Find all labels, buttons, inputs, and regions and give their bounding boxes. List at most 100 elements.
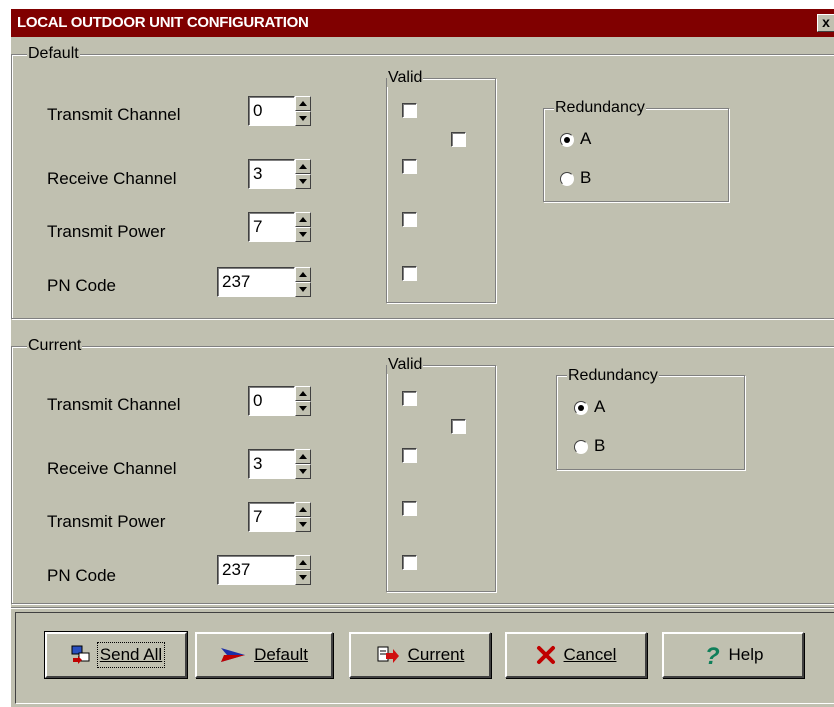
help-label: Help (728, 645, 764, 664)
up-arrow-icon (299, 391, 307, 396)
current-valid-checkbox-transmit-power[interactable] (402, 501, 417, 516)
current-redundancy-label-b[interactable]: B (594, 436, 605, 456)
default-button[interactable]: Default (195, 632, 333, 678)
title-bar[interactable]: LOCAL OUTDOOR UNIT CONFIGURATION x (11, 9, 834, 37)
spin-down-button[interactable] (295, 570, 311, 585)
default-transmit-channel-input[interactable]: 0 (248, 96, 295, 126)
up-arrow-icon (299, 217, 307, 222)
default-redundancy-label-b[interactable]: B (580, 168, 591, 188)
current-valid-checkbox-extra[interactable] (451, 419, 466, 434)
spin-down-button[interactable] (295, 227, 311, 242)
default-label: Default (254, 645, 308, 664)
current-redundancy-radio-b[interactable] (574, 440, 588, 454)
spin-down-button[interactable] (295, 174, 311, 189)
help-button[interactable]: ? Help (662, 632, 804, 678)
down-arrow-icon (299, 406, 307, 411)
send-all-icon (71, 645, 90, 664)
arrow-right-icon (221, 648, 246, 662)
cancel-button[interactable]: Cancel (505, 632, 647, 678)
spin-down-button[interactable] (295, 464, 311, 479)
default-pn-code-label: PN Code (47, 276, 116, 295)
up-arrow-icon (299, 164, 307, 169)
default-receive-channel-stepper[interactable] (295, 159, 311, 189)
default-redundancy-radio-b[interactable] (560, 172, 574, 186)
current-receive-channel-input[interactable]: 3 (248, 449, 295, 479)
current-receive-channel-spinner[interactable]: 3 (248, 449, 314, 479)
default-transmit-power-spinner[interactable]: 7 (248, 212, 314, 242)
up-arrow-icon (299, 507, 307, 512)
current-valid-legend: Valid (387, 356, 424, 374)
current-pn-code-stepper[interactable] (295, 555, 311, 585)
current-transmit-power-input[interactable]: 7 (248, 502, 295, 532)
spin-down-button[interactable] (295, 111, 311, 126)
current-pn-code-input[interactable]: 237 (217, 555, 295, 585)
spin-up-button[interactable] (295, 386, 311, 401)
current-valid-checkbox-receive-channel[interactable] (402, 448, 417, 463)
spin-up-button[interactable] (295, 212, 311, 227)
svg-text:?: ? (705, 643, 720, 667)
up-arrow-icon (299, 560, 307, 565)
default-redundancy-groupbox (543, 108, 729, 202)
current-pn-code-spinner[interactable]: 237 (217, 555, 315, 585)
current-button[interactable]: Current (349, 632, 491, 678)
default-pn-code-stepper[interactable] (295, 267, 311, 297)
default-valid-checkbox-pn-code[interactable] (402, 266, 417, 281)
default-transmit-power-input[interactable]: 7 (248, 212, 295, 242)
default-valid-checkbox-receive-channel[interactable] (402, 159, 417, 174)
question-mark-icon: ? (705, 643, 720, 667)
current-valid-checkbox-transmit-channel[interactable] (402, 391, 417, 406)
default-receive-channel-spinner[interactable]: 3 (248, 159, 314, 189)
red-x-icon (536, 646, 555, 664)
default-legend: Default (27, 45, 80, 63)
default-transmit-power-stepper[interactable] (295, 212, 311, 242)
default-valid-checkbox-transmit-power[interactable] (402, 212, 417, 227)
send-all-label: Send All (96, 642, 166, 668)
spin-up-button[interactable] (295, 96, 311, 111)
current-redundancy-label-a[interactable]: A (594, 397, 605, 417)
down-arrow-icon (299, 179, 307, 184)
current-transmit-channel-stepper[interactable] (295, 386, 311, 416)
default-receive-channel-label: Receive Channel (47, 169, 177, 188)
current-valid-checkbox-pn-code[interactable] (402, 555, 417, 570)
down-arrow-icon (299, 522, 307, 527)
default-transmit-channel-stepper[interactable] (295, 96, 311, 126)
current-receive-channel-stepper[interactable] (295, 449, 311, 479)
cancel-label: Cancel (563, 645, 617, 664)
send-all-button[interactable]: Send All (44, 631, 188, 679)
current-transmit-power-spinner[interactable]: 7 (248, 502, 314, 532)
default-pn-code-input[interactable]: 237 (217, 267, 295, 297)
spin-down-button[interactable] (295, 282, 311, 297)
current-redundancy-legend: Redundancy (567, 367, 659, 385)
current-pn-code-label: PN Code (47, 566, 116, 585)
spin-up-button[interactable] (295, 449, 311, 464)
current-transmit-power-label: Transmit Power (47, 512, 166, 531)
default-valid-legend: Valid (387, 69, 424, 87)
config-window: LOCAL OUTDOOR UNIT CONFIGURATION x Defau… (10, 8, 834, 707)
close-button[interactable]: x (817, 14, 834, 32)
current-transmit-channel-spinner[interactable]: 0 (248, 386, 314, 416)
current-receive-channel-label: Receive Channel (47, 459, 177, 478)
current-transmit-channel-input[interactable]: 0 (248, 386, 295, 416)
spin-down-button[interactable] (295, 517, 311, 532)
default-redundancy-radio-a[interactable] (560, 133, 574, 147)
current-transmit-power-stepper[interactable] (295, 502, 311, 532)
default-redundancy-label-a[interactable]: A (580, 129, 591, 149)
default-pn-code-spinner[interactable]: 237 (217, 267, 315, 297)
spin-up-button[interactable] (295, 502, 311, 517)
up-arrow-icon (299, 101, 307, 106)
default-valid-checkbox-transmit-channel[interactable] (402, 103, 417, 118)
document-arrow-icon (377, 646, 399, 663)
spin-up-button[interactable] (295, 159, 311, 174)
current-redundancy-radio-a[interactable] (574, 401, 588, 415)
default-valid-checkbox-extra[interactable] (451, 132, 466, 147)
spin-up-button[interactable] (295, 555, 311, 570)
down-arrow-icon (299, 116, 307, 121)
bottom-separator (11, 607, 834, 609)
current-transmit-channel-label: Transmit Channel (47, 395, 181, 414)
default-redundancy-legend: Redundancy (554, 99, 646, 117)
default-transmit-channel-spinner[interactable]: 0 (248, 96, 314, 126)
spin-up-button[interactable] (295, 267, 311, 282)
default-receive-channel-input[interactable]: 3 (248, 159, 295, 189)
spin-down-button[interactable] (295, 401, 311, 416)
down-arrow-icon (299, 232, 307, 237)
